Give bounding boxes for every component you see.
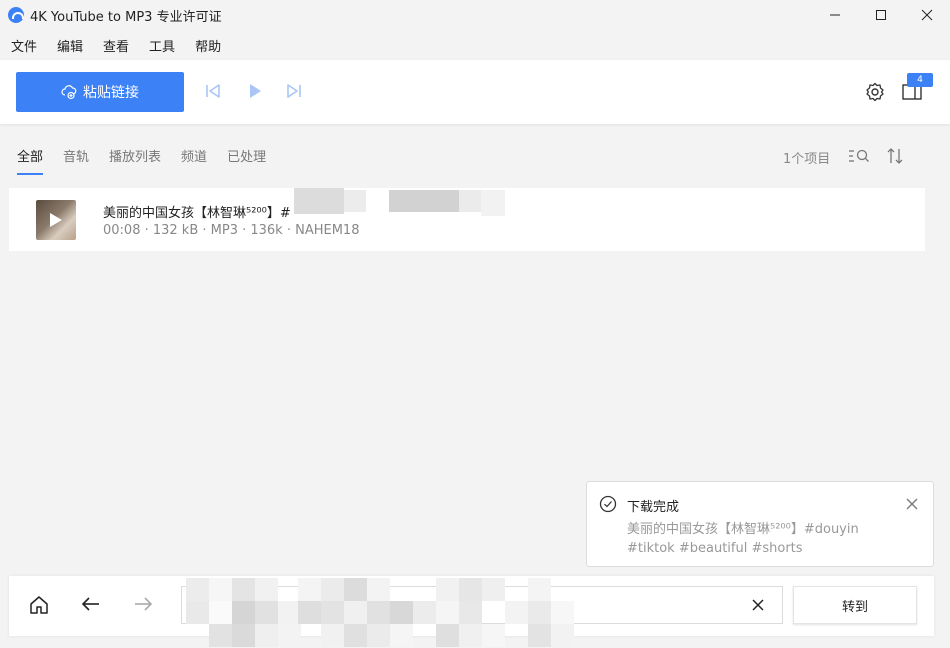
track-title: 美丽的中国女孩【林智琳⁵²⁰⁰】# — [103, 206, 291, 221]
app-logo-icon — [8, 7, 24, 23]
track-thumbnail[interactable] — [36, 200, 76, 240]
menu-edit[interactable]: 编辑 — [46, 36, 90, 55]
toast-close-icon[interactable] — [906, 498, 918, 510]
list-item[interactable]: 美丽的中国女孩【林智琳⁵²⁰⁰】# 00:08 · 132 kB · MP3 ·… — [9, 188, 925, 251]
window-controls — [812, 0, 950, 30]
check-circle-icon — [599, 495, 617, 513]
minimize-button[interactable] — [812, 0, 858, 30]
settings-gear-icon[interactable] — [865, 82, 885, 102]
track-meta: 00:08 · 132 kB · MP3 · 136k · NAHEM18 — [103, 223, 360, 238]
go-button[interactable]: 转到 — [793, 586, 917, 624]
notification-badge: 4 — [907, 73, 933, 87]
toast-message-line-2: #tiktok #beautiful #shorts — [627, 541, 803, 556]
window-title: 4K YouTube to MP3 专业许可证 — [30, 9, 222, 25]
menu-tools[interactable]: 工具 — [138, 36, 182, 55]
maximize-icon — [876, 10, 886, 20]
toolbar: 粘贴链接 — [0, 60, 950, 124]
close-button[interactable] — [904, 0, 950, 30]
redaction-block — [481, 190, 505, 216]
sort-icon[interactable] — [886, 147, 904, 165]
menu-view[interactable]: 查看 — [92, 36, 136, 55]
tab-all[interactable]: 全部 — [17, 146, 44, 176]
redaction-block — [344, 190, 366, 212]
filter-tabs: 全部 音轨 播放列表 频道 已处理 — [17, 146, 286, 176]
clear-url-icon[interactable] — [752, 599, 764, 611]
minimize-icon — [830, 14, 840, 16]
redaction-block — [294, 188, 344, 214]
skip-next-icon[interactable] — [285, 82, 303, 100]
forward-arrow-icon[interactable] — [133, 596, 153, 612]
redaction-block — [459, 190, 481, 212]
tab-tracks[interactable]: 音轨 — [63, 146, 89, 176]
tab-processed[interactable]: 已处理 — [227, 146, 266, 176]
paste-link-label: 粘贴链接 — [83, 85, 139, 101]
tab-channels[interactable]: 频道 — [181, 146, 207, 176]
download-complete-toast: 下载完成 美丽的中国女孩【林智琳⁵²⁰⁰】#douyin #tiktok #be… — [586, 481, 934, 567]
menu-bar: 文件 编辑 查看 工具 帮助 — [0, 32, 230, 58]
link-add-icon — [61, 85, 77, 100]
menu-help[interactable]: 帮助 — [184, 36, 228, 55]
toast-message-line-1: 美丽的中国女孩【林智琳⁵²⁰⁰】#douyin — [627, 522, 859, 537]
menu-file[interactable]: 文件 — [0, 36, 44, 55]
maximize-button[interactable] — [858, 0, 904, 30]
title-bar: 4K YouTube to MP3 专业许可证 — [0, 0, 950, 30]
redaction-block — [389, 190, 459, 212]
search-list-icon[interactable] — [848, 148, 870, 164]
paste-link-button[interactable]: 粘贴链接 — [16, 72, 184, 112]
url-redaction-mosaic — [186, 578, 606, 648]
close-icon — [921, 9, 933, 21]
play-overlay-icon — [50, 213, 62, 227]
skip-previous-icon[interactable] — [204, 82, 222, 100]
home-icon[interactable] — [29, 595, 49, 615]
tab-playlists[interactable]: 播放列表 — [109, 146, 161, 176]
play-icon[interactable] — [246, 82, 264, 100]
items-count: 1个项目 — [783, 152, 831, 167]
back-arrow-icon[interactable] — [81, 596, 101, 612]
toast-title: 下载完成 — [627, 500, 680, 515]
